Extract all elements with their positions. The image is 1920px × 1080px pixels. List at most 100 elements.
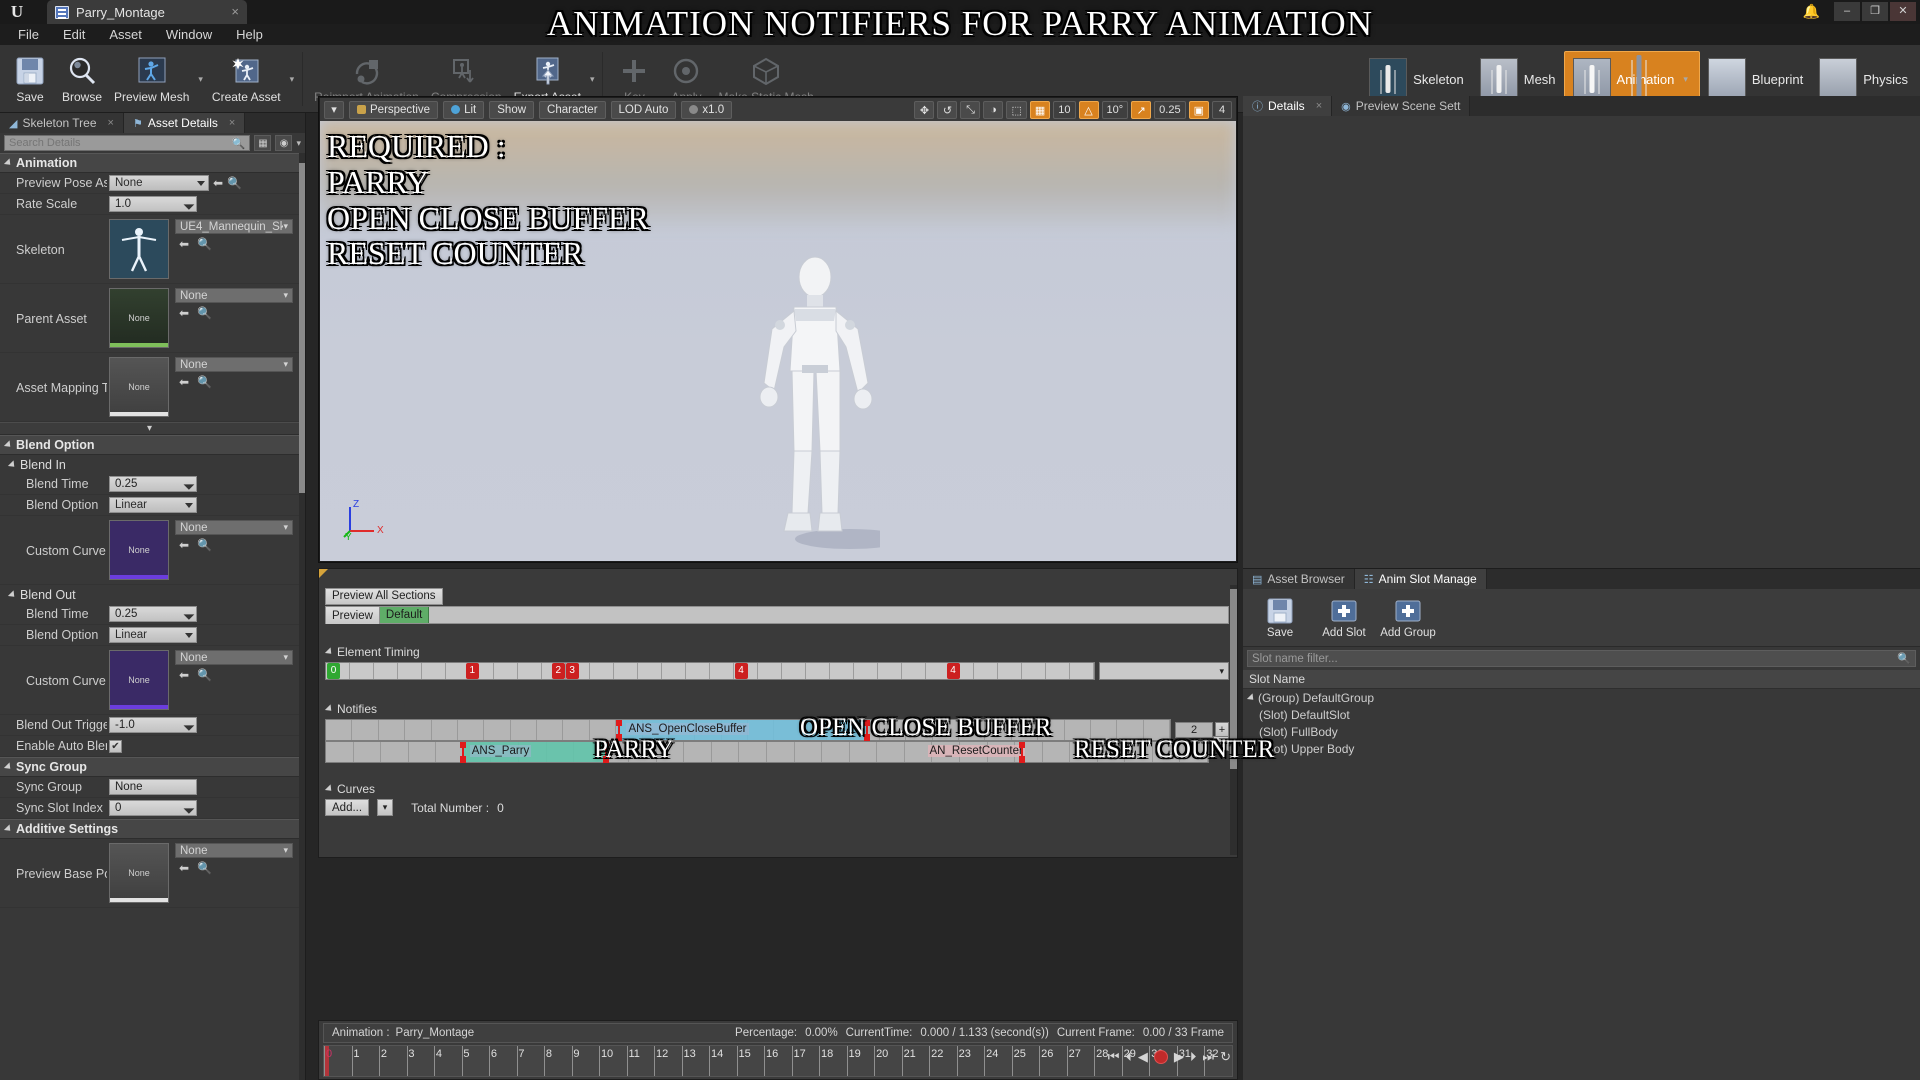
skeleton-thumbnail[interactable] — [109, 219, 169, 279]
rate-scale-field[interactable]: 1.0 ◢ — [109, 196, 197, 212]
curves-add-button[interactable]: Add... — [325, 799, 370, 816]
notify-label-reset-counter[interactable]: AN_ResetCounter — [927, 745, 1025, 757]
blend-in-time-field[interactable]: 0.25 ◢ — [109, 476, 197, 492]
reset-asset-mapping-icon[interactable]: ⬅ — [179, 375, 189, 389]
add-group-button[interactable]: Add Group — [1379, 596, 1437, 639]
step-forward-button[interactable]: ⏵ — [1190, 1049, 1197, 1065]
viewport-playback-speed-button[interactable]: x1.0 — [681, 100, 733, 119]
camera-speed-toggle[interactable]: ▣ — [1188, 101, 1209, 119]
tab-preview-scene-settings[interactable]: ◉ Preview Scene Sett — [1332, 96, 1471, 116]
blend-out-option-combo[interactable]: Linear — [109, 627, 197, 643]
reset-preview-pose-icon[interactable]: ⬅ — [213, 176, 223, 190]
slot-save-button[interactable]: Save — [1251, 596, 1309, 639]
export-asset-caret-icon[interactable]: ▾ — [587, 74, 598, 85]
browse-blend-out-curve-icon[interactable]: 🔍 — [197, 668, 212, 682]
search-icon[interactable]: 🔍 — [1897, 652, 1911, 665]
parent-asset-thumbnail[interactable]: None — [109, 288, 169, 348]
drag-handle-icon[interactable]: ◢ — [183, 801, 196, 814]
section-default[interactable]: Default — [379, 607, 430, 623]
blend-in-curve-thumbnail[interactable]: None — [109, 520, 169, 580]
section-track[interactable]: Preview Default — [325, 606, 1229, 624]
surface-snap-icon[interactable]: ⬚ — [1006, 101, 1027, 119]
visibility-toggle-button[interactable]: ◉ — [275, 135, 293, 151]
category-animation[interactable]: Animation — [0, 153, 299, 173]
transform-rotate-icon[interactable]: ↺ — [937, 101, 958, 119]
notify-label-open-close-buffer[interactable]: ANS_OpenCloseBuffer — [626, 723, 749, 735]
world-space-icon[interactable]: ◑ — [983, 101, 1004, 119]
grid-snap-value[interactable]: 10 — [1053, 101, 1076, 119]
expand-more-strip[interactable]: ▾ — [0, 422, 299, 435]
tab-asset-details[interactable]: ⚑ Asset Details × — [123, 113, 246, 133]
blend-out-curve-field[interactable]: None ▾ — [175, 650, 293, 665]
reset-preview-base-pose-icon[interactable]: ⬅ — [179, 861, 189, 875]
preview-button[interactable]: Preview — [326, 607, 380, 624]
preview-mesh-caret-icon[interactable]: ▾ — [195, 74, 206, 85]
grid-view-button[interactable]: ▦ — [254, 135, 272, 151]
notifies-header[interactable]: Notifies — [321, 700, 377, 717]
element-timing-mark-2[interactable]: 2 — [551, 663, 565, 679]
browse-preview-base-pose-icon[interactable]: 🔍 — [197, 861, 212, 875]
element-timing-track[interactable]: 0 1 2 3 4 4 — [325, 662, 1095, 680]
element-timing-mark-4[interactable]: 4 — [734, 663, 748, 679]
viewport-lit-button[interactable]: Lit — [443, 100, 485, 119]
close-asset-details-icon[interactable]: × — [229, 117, 235, 129]
browse-preview-pose-icon[interactable]: 🔍 — [227, 176, 242, 190]
drag-handle-icon[interactable]: ◢ — [183, 477, 196, 490]
element-timing-mark-3[interactable]: 3 — [565, 663, 579, 679]
grid-snap-toggle[interactable]: ▦ — [1029, 101, 1051, 119]
timeline-ruler[interactable]: 0 1 2 3 4 5 6 7 8 9 10 11 12 13 14 15 16… — [323, 1045, 1233, 1077]
loop-button[interactable]: ↻ — [1220, 1049, 1231, 1065]
category-additive-settings[interactable]: Additive Settings — [0, 819, 299, 839]
skip-to-end-button[interactable]: ⏭ — [1202, 1049, 1214, 1065]
step-back-button[interactable]: ⏴ — [1125, 1049, 1132, 1065]
preview-base-pose-field[interactable]: None ▾ — [175, 843, 293, 858]
slot-upper-body[interactable]: (Slot) Upper Body — [1243, 740, 1920, 757]
tab-anim-slot-manager[interactable]: ☷ Anim Slot Manage — [1354, 569, 1487, 589]
tab-asset-browser[interactable]: ▤ Asset Browser — [1243, 569, 1355, 589]
details-scrollbar[interactable] — [299, 153, 305, 1080]
browse-skeleton-icon[interactable]: 🔍 — [197, 237, 212, 251]
slot-group-default-group[interactable]: (Group) DefaultGroup — [1243, 689, 1920, 706]
element-timing-header[interactable]: Element Timing — [321, 643, 420, 660]
close-skeleton-tree-icon[interactable]: × — [108, 117, 114, 129]
search-details-box[interactable]: 🔍 — [4, 135, 251, 151]
slot-default-slot[interactable]: (Slot) DefaultSlot — [1243, 706, 1920, 723]
blend-out-time-field[interactable]: 0.25 ◢ — [109, 606, 197, 622]
search-icon[interactable]: 🔍 — [232, 137, 246, 150]
close-details-icon[interactable]: × — [1316, 100, 1322, 112]
slot-name-filter[interactable]: Slot name filter... 🔍 — [1247, 650, 1916, 667]
notify-label-parry[interactable]: ANS_Parry — [469, 745, 532, 757]
tab-skeleton-tree[interactable]: ◢ Skeleton Tree × — [0, 113, 124, 133]
reset-blend-out-curve-icon[interactable]: ⬅ — [179, 668, 189, 682]
blend-out-curve-thumbnail[interactable]: None — [109, 650, 169, 710]
enable-auto-blend-out-checkbox[interactable]: ✔ — [109, 739, 122, 753]
sync-slot-index-field[interactable]: 0 ◢ — [109, 800, 197, 816]
viewport-character-button[interactable]: Character — [539, 100, 606, 119]
create-asset-caret-icon[interactable]: ▾ — [287, 74, 298, 85]
curves-add-caret-icon[interactable]: ▾ — [377, 799, 394, 816]
asset-mapping-thumbnail[interactable]: None — [109, 357, 169, 417]
curves-header[interactable]: Curves — [321, 780, 375, 797]
viewport-lod-button[interactable]: LOD Auto — [610, 100, 677, 119]
montage-scrollbar[interactable] — [1230, 585, 1237, 855]
subcategory-blend-out[interactable]: Blend Out — [0, 585, 299, 604]
category-sync-group[interactable]: Sync Group — [0, 757, 299, 777]
element-timing-dropdown[interactable]: ▾ — [1099, 662, 1229, 680]
record-button[interactable] — [1153, 1050, 1168, 1064]
reset-skeleton-icon[interactable]: ⬅ — [179, 237, 189, 251]
toolbar-save-button[interactable]: Save — [4, 47, 56, 111]
sync-group-field[interactable]: None — [109, 779, 197, 795]
camera-speed-value[interactable]: 4 — [1212, 101, 1232, 119]
blend-in-option-combo[interactable]: Linear — [109, 497, 197, 513]
angle-snap-toggle[interactable]: △ — [1078, 101, 1099, 119]
browse-asset-mapping-icon[interactable]: 🔍 — [197, 375, 212, 389]
transform-scale-icon[interactable]: ⤡ — [960, 101, 981, 119]
reset-blend-in-curve-icon[interactable]: ⬅ — [179, 538, 189, 552]
drag-handle-icon[interactable]: ◢ — [183, 607, 196, 620]
subcategory-blend-in[interactable]: Blend In — [0, 455, 299, 474]
play-reverse-button[interactable]: ◀ — [1138, 1049, 1148, 1065]
element-timing-mark-5[interactable]: 4 — [946, 663, 960, 679]
parent-asset-field[interactable]: None ▾ — [175, 288, 293, 303]
notify-pin-reset-counter[interactable] — [1018, 742, 1026, 763]
browse-blend-in-curve-icon[interactable]: 🔍 — [197, 538, 212, 552]
